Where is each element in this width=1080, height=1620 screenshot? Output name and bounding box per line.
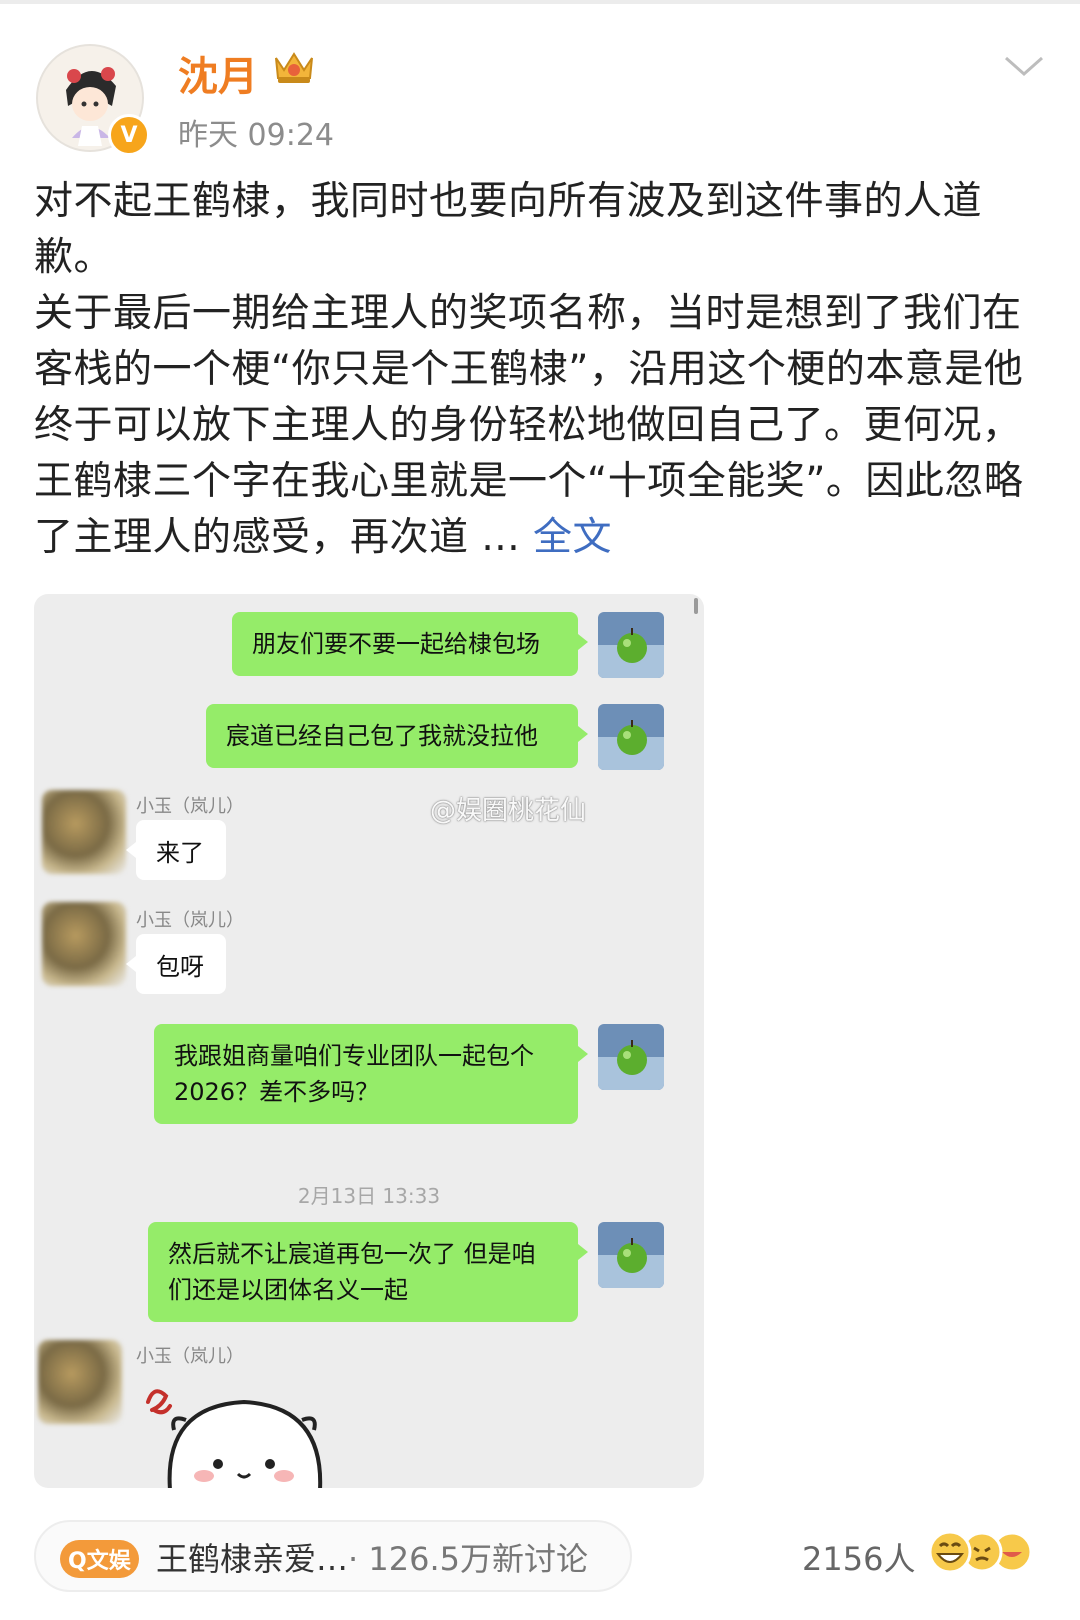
post-time: 昨天 09:24	[178, 118, 334, 153]
cartoon-sticker	[134, 1366, 354, 1488]
sender-name: 小玉（岚儿）	[136, 910, 244, 931]
topic-discussion-count: · 126.5万新讨论	[348, 1540, 588, 1578]
chat-bubble-line: 然后就不让宸道再包一次了 但是咱	[168, 1240, 536, 1268]
chat-screenshot[interactable]: 朋友们要不要一起给棣包场 宸道已经自己包了我就没拉他 小玉（岚儿） 来了 小玉（…	[34, 594, 704, 1488]
post-paragraph-1: 对不起王鹤棣，我同时也要向所有波及到这件事的人道歉。	[34, 179, 983, 280]
chat-bubble-line: 我跟姐商量咱们专业团队一起包个	[174, 1042, 534, 1070]
chevron-down-icon[interactable]	[1004, 54, 1044, 82]
likes-count[interactable]: 2156人	[802, 1534, 915, 1580]
topic-name: 王鹤棣亲爱…	[156, 1540, 349, 1578]
reaction-emojis-icon[interactable]	[926, 1528, 1036, 1580]
top-divider	[0, 0, 1080, 4]
apple-avatar-icon	[598, 612, 664, 678]
watermark: @娱圈桃花仙	[430, 796, 587, 826]
username[interactable]: 沈月	[178, 44, 258, 102]
chat-bubble-sent: 我跟姐商量咱们专业团队一起包个 2026？差不多吗？	[154, 1024, 588, 1124]
post-paragraph-2-text: 关于最后一期给主理人的奖项名称，当时是想到了我们在客栈的一个梗“你只是个王鹤棣”…	[34, 291, 1024, 560]
chat-bubble-received: 来了	[126, 820, 226, 880]
topic-tag: Q文娱	[60, 1540, 139, 1578]
post-paragraph-2: 关于最后一期给主理人的奖项名称，当时是想到了我们在客栈的一个梗“你只是个王鹤棣”…	[34, 286, 1044, 566]
blurred-avatar	[42, 790, 126, 874]
topic-pill[interactable]: Q文娱 王鹤棣亲爱…· 126.5万新讨论	[34, 1520, 632, 1592]
chat-bubble-sent: 然后就不让宸道再包一次了 但是咱 们还是以团体名义一起	[148, 1222, 588, 1322]
chat-bubble-sent: 宸道已经自己包了我就没拉他	[206, 704, 588, 768]
chat-bubble-line: 们还是以团体名义一起	[168, 1276, 408, 1304]
chat-bubble-line: 2026？差不多吗？	[174, 1078, 380, 1106]
chat-bubble-sent: 朋友们要不要一起给棣包场	[232, 612, 588, 676]
post-content: 对不起王鹤棣，我同时也要向所有波及到这件事的人道歉。 关于最后一期给主理人的奖项…	[34, 174, 1044, 566]
crown-level-icon	[272, 48, 316, 90]
scrollbar[interactable]	[694, 598, 698, 614]
blurred-avatar	[42, 902, 126, 986]
verified-v-icon: V	[108, 114, 150, 156]
apple-avatar-icon	[598, 1024, 664, 1090]
sender-name: 小玉（岚儿）	[136, 796, 244, 817]
sender-name: 小玉（岚儿）	[136, 1346, 244, 1367]
chat-bubble-received: 包呀	[126, 934, 226, 994]
topic-text: 王鹤棣亲爱…· 126.5万新讨论	[156, 1534, 588, 1580]
apple-avatar-icon	[598, 1222, 664, 1288]
chat-timestamp: 2月13日 13:33	[297, 1184, 441, 1208]
full-text-link[interactable]: 全文	[533, 515, 612, 560]
blurred-avatar	[38, 1340, 122, 1424]
apple-avatar-icon	[598, 704, 664, 770]
